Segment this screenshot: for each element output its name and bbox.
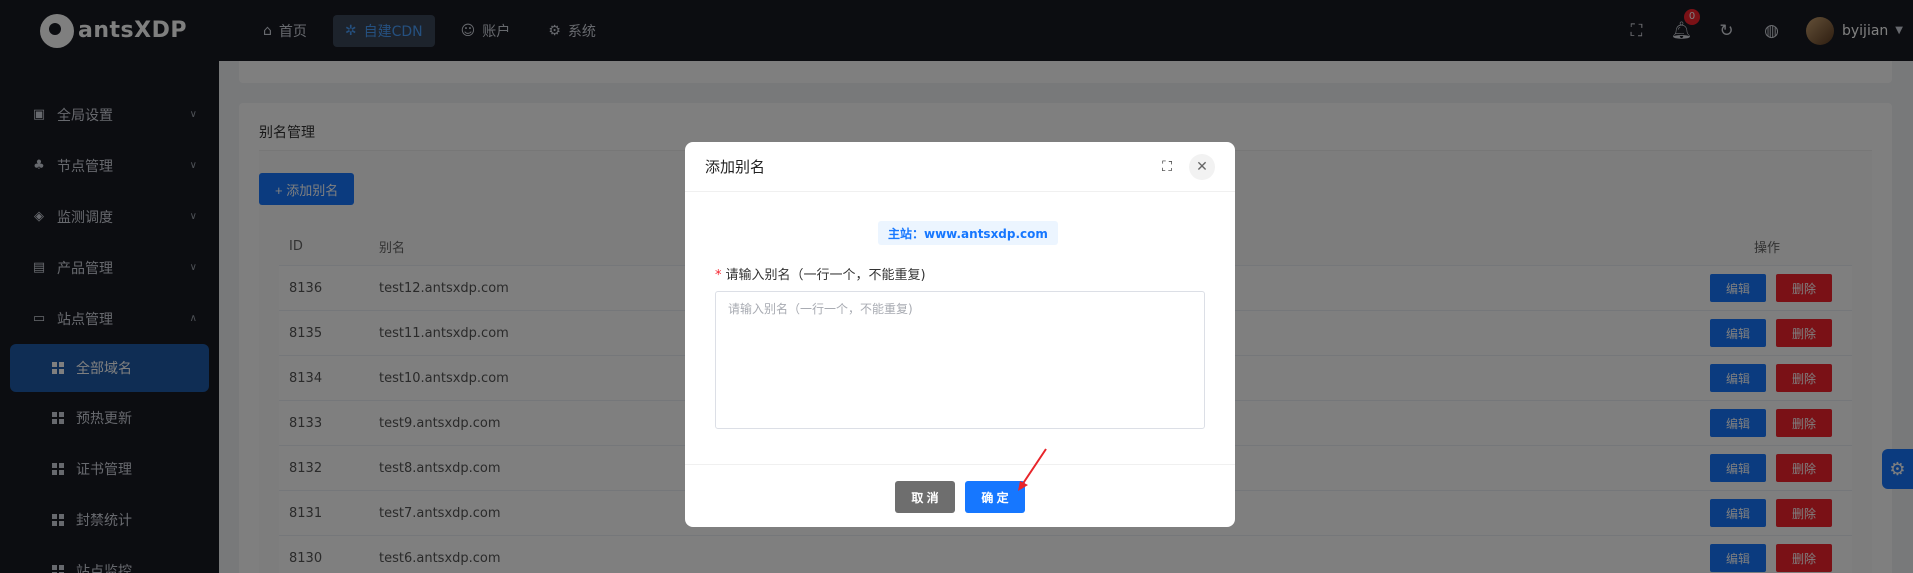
dialog-footer: 取 消 确 定 <box>685 464 1235 527</box>
close-icon[interactable]: ✕ <box>1189 153 1215 180</box>
annotation-arrow-icon <box>1018 448 1047 491</box>
dialog-title: 添加别名 <box>705 158 766 176</box>
dialog-tools: ⛶ ✕ <box>1159 153 1215 180</box>
maximize-icon[interactable]: ⛶ <box>1159 159 1175 175</box>
host-tag: 主站：www.antsxdp.com <box>878 221 1058 245</box>
alias-field-label: * 请输入别名（一行一个，不能重复) <box>715 264 926 283</box>
alias-textarea[interactable] <box>715 291 1205 429</box>
cancel-button[interactable]: 取 消 <box>895 481 955 513</box>
add-alias-dialog: 添加别名 ⛶ ✕ 主站：www.antsxdp.com * 请输入别名（一行一个，… <box>685 142 1235 527</box>
dialog-header: 添加别名 ⛶ ✕ <box>685 142 1235 192</box>
alias-field-label-text: 请输入别名（一行一个，不能重复) <box>725 268 926 283</box>
required-asterisk: * <box>715 268 722 283</box>
